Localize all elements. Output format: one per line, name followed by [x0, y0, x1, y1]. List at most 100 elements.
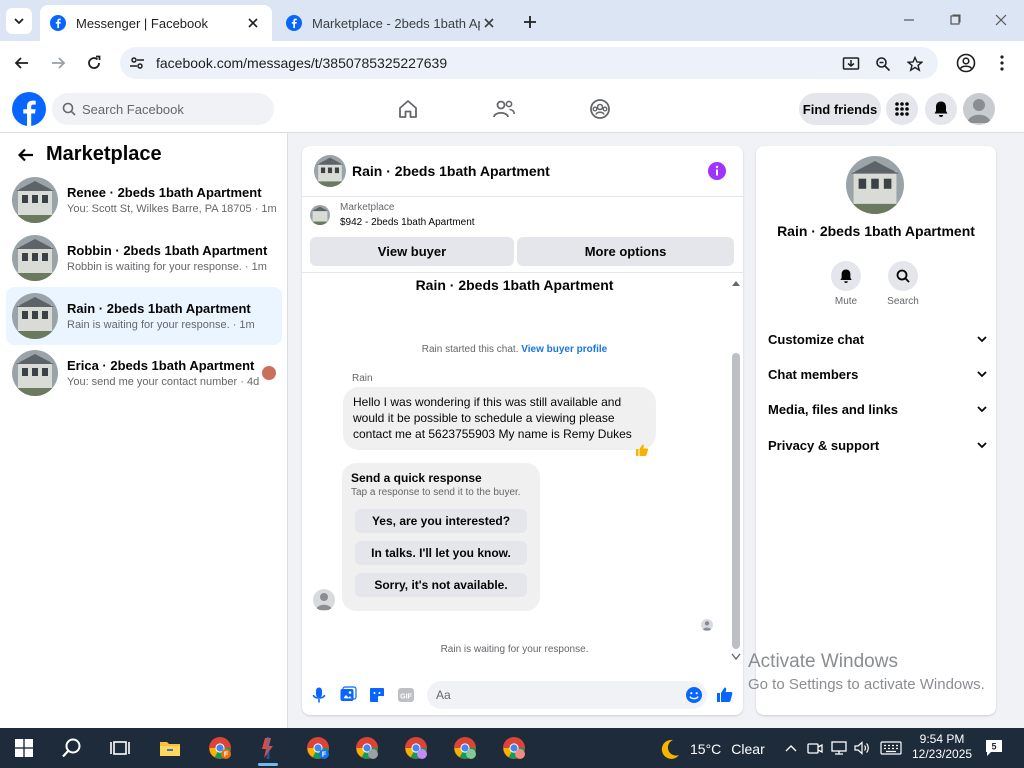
conversation-item[interactable]: Erica · 2beds 1bath Apartment You: send … — [6, 344, 282, 402]
scroll-up-icon[interactable] — [731, 279, 741, 287]
clock-date: 12/23/2025 — [912, 747, 973, 761]
page-scrollbar[interactable] — [1008, 133, 1024, 728]
back-arrow-icon[interactable] — [16, 145, 36, 165]
file-explorer-app[interactable] — [154, 732, 186, 764]
tab-search-button[interactable] — [6, 8, 32, 34]
gif-icon[interactable]: GIF — [397, 686, 415, 704]
watermark-subtitle: Go to Settings to activate Windows. — [748, 676, 985, 693]
chrome-app-profile-f2[interactable]: F — [302, 732, 334, 764]
tab-marketplace[interactable]: Marketplace - 2beds 1bath Apa — [276, 5, 508, 41]
install-app-icon[interactable] — [840, 53, 862, 75]
thread-title: Rain · 2beds 1bath Apartment — [415, 277, 614, 293]
close-tab-icon[interactable] — [480, 14, 498, 32]
chat-title[interactable]: Rain · 2beds 1bath Apartment — [352, 163, 550, 179]
like-thumb-icon[interactable] — [716, 686, 734, 704]
panel-header: Marketplace — [16, 143, 162, 166]
conversation-item-selected[interactable]: Rain · 2beds 1bath Apartment Rain is wai… — [6, 287, 282, 345]
quick-response-button[interactable]: Yes, are you interested? — [355, 509, 527, 533]
chevron-up-icon — [785, 745, 797, 752]
customize-chat-section[interactable]: Customize chat — [768, 328, 988, 350]
bookmark-star-icon[interactable] — [904, 53, 926, 75]
moon-icon — [661, 739, 679, 759]
task-view-button[interactable] — [104, 732, 136, 764]
facebook-search-input[interactable]: Search Facebook — [52, 93, 274, 125]
account-avatar[interactable] — [963, 93, 995, 125]
privacy-support-section[interactable]: Privacy & support — [768, 434, 988, 456]
chrome-app-profile-c[interactable] — [449, 732, 481, 764]
chat-thumbnail[interactable] — [314, 155, 346, 187]
taskbar-clock[interactable]: 9:54 PM 12/23/2025 — [912, 732, 972, 762]
notification-center-button[interactable]: 5 — [984, 738, 1006, 758]
chrome-app-profile-b[interactable] — [400, 732, 432, 764]
address-bar[interactable]: facebook.com/messages/t/3850785325227639 — [120, 47, 938, 79]
facebook-logo-icon[interactable] — [12, 92, 46, 126]
kebab-menu-icon — [1000, 55, 1004, 71]
new-tab-button[interactable] — [518, 10, 542, 34]
app-icon — [262, 737, 273, 759]
taskbar-search-button[interactable] — [56, 732, 88, 764]
active-app[interactable] — [252, 732, 284, 766]
facebook-top-nav: Search Facebook Find friends — [0, 85, 1024, 133]
close-tab-icon[interactable] — [244, 14, 262, 32]
menu-grid-button[interactable] — [886, 93, 918, 125]
notifications-button[interactable] — [925, 93, 957, 125]
more-options-button[interactable]: More options — [517, 237, 734, 266]
chevron-down-icon — [14, 18, 24, 25]
message-input[interactable]: Aa — [427, 681, 707, 709]
forward-button[interactable] — [46, 51, 70, 75]
reload-button[interactable] — [82, 51, 106, 75]
view-buyer-button[interactable]: View buyer — [310, 237, 514, 266]
search-action[interactable]: Search — [883, 261, 923, 307]
media-files-links-section[interactable]: Media, files and links — [768, 398, 988, 420]
site-info-icon[interactable] — [128, 54, 146, 72]
home-nav-button[interactable] — [394, 95, 422, 123]
chevron-down-icon — [977, 442, 987, 449]
groups-nav-button[interactable] — [586, 95, 614, 123]
conversation-item[interactable]: Robbin · 2beds 1bath Apartment Robbin is… — [6, 229, 282, 287]
show-hidden-icons-button[interactable] — [782, 739, 800, 757]
groups-icon — [590, 99, 610, 119]
profile-button[interactable] — [954, 51, 978, 75]
info-icon[interactable] — [708, 162, 726, 180]
chat-header: Rain · 2beds 1bath Apartment — [302, 146, 743, 197]
quick-response-button[interactable]: Sorry, it's not available. — [355, 573, 527, 597]
chat-profile-thumbnail[interactable] — [846, 156, 904, 214]
weather-temperature: 15°C — [690, 741, 722, 757]
view-buyer-profile-link[interactable]: View buyer profile — [521, 344, 607, 355]
tab-messenger[interactable]: Messenger | Facebook — [40, 5, 272, 41]
zoom-icon[interactable] — [872, 53, 894, 75]
photo-icon[interactable] — [339, 686, 357, 704]
chrome-app-profile-d[interactable] — [498, 732, 530, 764]
sticker-icon[interactable] — [368, 686, 386, 704]
chat-scrollbar[interactable] — [731, 279, 741, 661]
chrome-app-profile-a[interactable] — [351, 732, 383, 764]
facebook-favicon-icon — [286, 15, 302, 31]
scroll-down-icon[interactable] — [731, 653, 741, 661]
meet-now-icon[interactable] — [806, 739, 824, 757]
quick-response-title: Send a quick response — [351, 471, 482, 485]
activate-windows-watermark: Activate Windows Go to Settings to activ… — [748, 651, 985, 693]
start-button[interactable] — [8, 732, 40, 764]
message-bubble[interactable]: Hello I was wondering if this was still … — [343, 387, 656, 450]
minimize-window-button[interactable] — [894, 8, 924, 32]
weather-widget[interactable]: 15°C Clear — [658, 737, 765, 761]
network-icon[interactable] — [830, 739, 848, 757]
browser-menu-button[interactable] — [990, 51, 1014, 75]
keyboard-icon[interactable] — [879, 739, 903, 757]
tab-title: Marketplace - 2beds 1bath Apa — [312, 15, 480, 31]
back-button[interactable] — [10, 51, 34, 75]
volume-icon[interactable] — [853, 739, 871, 757]
close-window-button[interactable] — [986, 8, 1016, 32]
chat-members-section[interactable]: Chat members — [768, 363, 988, 385]
emoji-icon[interactable] — [685, 686, 703, 704]
listing-summary[interactable]: Marketplace $942 - 2beds 1bath Apartment — [310, 202, 475, 228]
microphone-icon[interactable] — [310, 686, 328, 704]
find-friends-button[interactable]: Find friends — [799, 93, 881, 125]
friends-nav-button[interactable] — [490, 95, 518, 123]
conversation-item[interactable]: Renee · 2beds 1bath Apartment You: Scott… — [6, 171, 282, 229]
scrollbar-thumb[interactable] — [732, 353, 740, 649]
chrome-app-profile-f[interactable]: F — [204, 732, 236, 764]
mute-action[interactable]: Mute — [826, 261, 866, 307]
maximize-window-button[interactable] — [940, 8, 970, 32]
quick-response-button[interactable]: In talks. I'll let you know. — [355, 541, 527, 565]
